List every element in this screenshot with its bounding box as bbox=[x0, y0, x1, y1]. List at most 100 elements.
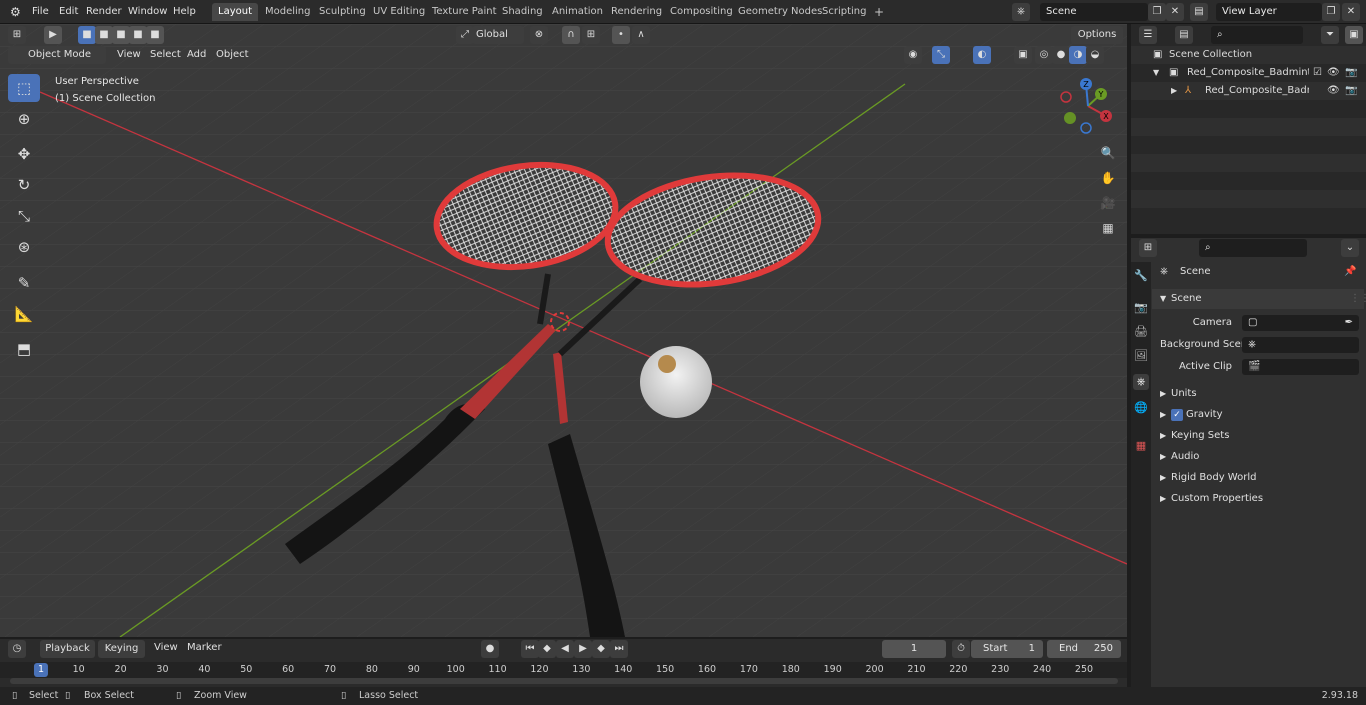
eye-icon[interactable]: 👁 bbox=[1327, 82, 1340, 100]
menu-object[interactable]: Object bbox=[216, 46, 249, 64]
subpanel-gravity[interactable]: ▶ ✓ Gravity bbox=[1152, 405, 1364, 425]
select-mode-intersect-icon[interactable]: ■ bbox=[146, 26, 164, 44]
camera-icon[interactable]: 📷 bbox=[1345, 82, 1357, 100]
outliner-display-mode-icon[interactable]: ▤ bbox=[1175, 26, 1193, 44]
properties-options-icon[interactable]: ⌄ bbox=[1341, 239, 1359, 257]
subpanel-keying-sets[interactable]: ▶ Keying Sets bbox=[1152, 426, 1364, 446]
menu-window[interactable]: Window bbox=[124, 4, 171, 20]
tool-select-box-icon[interactable]: ⬚ bbox=[8, 74, 40, 102]
snap-icon[interactable]: ∩ bbox=[562, 26, 580, 44]
pivot-point-icon[interactable]: ⊗ bbox=[530, 26, 548, 44]
tab-texture-icon[interactable]: ▦ bbox=[1133, 438, 1149, 454]
active-clip-field[interactable]: 🎬 bbox=[1242, 359, 1359, 375]
tab-scene-icon[interactable]: ⎈ bbox=[1133, 374, 1149, 390]
camera-view-icon[interactable]: 🎥 bbox=[1097, 192, 1119, 214]
tab-modeling[interactable]: Modeling bbox=[259, 3, 317, 21]
blender-logo-icon[interactable]: ⚙ bbox=[6, 4, 25, 20]
tool-cursor-icon[interactable]: ⊕ bbox=[8, 105, 40, 133]
select-tool-icon[interactable]: ▶ bbox=[44, 26, 62, 44]
tab-layout[interactable]: Layout bbox=[212, 3, 258, 21]
overlay-toggle-icon[interactable]: ◐ bbox=[973, 46, 991, 64]
use-preview-range-icon[interactable]: ⏱ bbox=[952, 640, 970, 658]
add-workspace-icon[interactable]: + bbox=[868, 3, 890, 21]
shading-material-icon[interactable]: ◑ bbox=[1069, 46, 1087, 64]
view-layer-browse-icon[interactable]: ▤ bbox=[1190, 3, 1208, 21]
expand-arrow-icon[interactable]: ▶ bbox=[1171, 82, 1177, 100]
outliner-filter-icon[interactable]: ⏷ bbox=[1321, 26, 1339, 44]
current-frame-field[interactable]: 1 bbox=[882, 640, 946, 658]
outliner-row-object[interactable]: ▶ ⅄ Red_Composite_Badmin 👁 📷 bbox=[1131, 82, 1366, 100]
delete-scene-icon[interactable]: ✕ bbox=[1166, 3, 1184, 21]
tool-move-icon[interactable]: ✥ bbox=[8, 140, 40, 168]
new-collection-icon[interactable]: ▣ bbox=[1345, 26, 1363, 44]
proportional-falloff-icon[interactable]: ∧ bbox=[632, 26, 650, 44]
transform-orientation-dropdown[interactable]: Global bbox=[472, 26, 524, 44]
select-mode-new-icon[interactable]: ■ bbox=[78, 26, 96, 44]
xray-toggle-icon[interactable]: ▣ bbox=[1014, 46, 1032, 64]
timeline-menu-keying[interactable]: Keying bbox=[98, 640, 145, 658]
tab-compositing[interactable]: Compositing bbox=[664, 3, 739, 21]
menu-select[interactable]: Select bbox=[150, 46, 181, 64]
eyedropper-icon[interactable]: ✒ bbox=[1345, 315, 1353, 331]
outliner-row-scene-collection[interactable]: ▣ Scene Collection bbox=[1131, 46, 1366, 64]
checkbox-icon[interactable]: ☑ bbox=[1313, 64, 1322, 82]
gravity-checkbox[interactable]: ✓ bbox=[1171, 409, 1183, 421]
menu-edit[interactable]: Edit bbox=[55, 4, 82, 20]
tab-rendering[interactable]: Rendering bbox=[605, 3, 668, 21]
gizmo-toggle-icon[interactable]: ⤡ bbox=[932, 46, 950, 64]
play-reverse-icon[interactable]: ◀ bbox=[556, 640, 574, 658]
new-view-layer-icon[interactable]: ❐ bbox=[1322, 3, 1340, 21]
proportional-edit-icon[interactable]: • bbox=[612, 26, 630, 44]
shading-rendered-icon[interactable]: ◒ bbox=[1086, 46, 1104, 64]
expand-arrow-icon[interactable]: ▼ bbox=[1153, 64, 1159, 82]
menu-render[interactable]: Render bbox=[82, 4, 126, 20]
menu-view[interactable]: View bbox=[117, 46, 141, 64]
outliner-search-input[interactable]: ⌕ bbox=[1211, 26, 1303, 44]
3d-viewport[interactable]: ⊞ ▶ ■ ■ ■ ■ ■ ⤢ Global ⊗ ∩ ⊞ • ∧ Options… bbox=[0, 24, 1127, 637]
delete-view-layer-icon[interactable]: ✕ bbox=[1342, 3, 1360, 21]
tab-render-icon[interactable]: 📷 bbox=[1133, 300, 1149, 316]
menu-add[interactable]: Add bbox=[187, 46, 206, 64]
timeline-menu-playback[interactable]: Playback bbox=[40, 640, 95, 658]
tab-scripting[interactable]: Scripting bbox=[816, 3, 872, 21]
jump-keyframe-forward-icon[interactable]: ◆ bbox=[592, 640, 610, 658]
tab-texture-paint[interactable]: Texture Paint bbox=[426, 3, 503, 21]
ortho-toggle-icon[interactable]: ▦ bbox=[1097, 217, 1119, 239]
timeline-menu-view[interactable]: View bbox=[150, 640, 182, 656]
background-scene-field[interactable]: ⎈ bbox=[1242, 337, 1359, 353]
pin-icon[interactable]: 📌 bbox=[1344, 262, 1356, 282]
menu-help[interactable]: Help bbox=[169, 4, 200, 20]
outliner-row-collection[interactable]: ▼ ▣ Red_Composite_Badminton_I ☑ 👁 📷 bbox=[1131, 64, 1366, 82]
tool-scale-icon[interactable]: ⤡ bbox=[8, 202, 40, 230]
editor-type-icon[interactable]: ⊞ bbox=[8, 26, 26, 44]
tab-geometry-nodes[interactable]: Geometry Nodes bbox=[732, 3, 828, 21]
subpanel-custom-properties[interactable]: ▶ Custom Properties bbox=[1152, 489, 1364, 509]
eye-icon[interactable]: 👁 bbox=[1327, 64, 1340, 82]
tool-annotate-icon[interactable]: ✎ bbox=[8, 269, 40, 297]
drag-handle-icon[interactable]: ⋮⋮ bbox=[1350, 289, 1366, 309]
scene-panel-header[interactable]: ▼ Scene ⋮⋮ bbox=[1152, 289, 1366, 309]
tab-uv-editing[interactable]: UV Editing bbox=[367, 3, 431, 21]
select-mode-subtract-icon[interactable]: ■ bbox=[112, 26, 130, 44]
end-frame-field[interactable]: End 250 bbox=[1047, 640, 1121, 658]
subpanel-rigid-body-world[interactable]: ▶ Rigid Body World bbox=[1152, 468, 1364, 488]
tab-world-icon[interactable]: 🌐 bbox=[1133, 400, 1149, 416]
zoom-view-icon[interactable]: 🔍 bbox=[1097, 142, 1119, 164]
properties-editor-type-icon[interactable]: ⊞ bbox=[1139, 239, 1157, 257]
tool-measure-icon[interactable]: 📐 bbox=[8, 300, 40, 328]
jump-end-icon[interactable]: ⏭ bbox=[610, 640, 628, 658]
timeline-scrollbar[interactable] bbox=[10, 678, 1118, 684]
view-layer-field[interactable]: View Layer bbox=[1216, 3, 1322, 21]
tab-sculpting[interactable]: Sculpting bbox=[313, 3, 372, 21]
outliner-editor-type-icon[interactable]: ☰ bbox=[1139, 26, 1157, 44]
shading-wireframe-icon[interactable]: ◎ bbox=[1035, 46, 1053, 64]
menu-file[interactable]: File bbox=[28, 4, 53, 20]
tab-view-layer-icon[interactable]: 🖼 bbox=[1133, 348, 1149, 364]
new-scene-icon[interactable]: ❐ bbox=[1148, 3, 1166, 21]
subpanel-units[interactable]: ▶ Units bbox=[1152, 384, 1364, 404]
visibility-icon[interactable]: ◉ bbox=[904, 46, 922, 64]
tool-transform-icon[interactable]: ⊛ bbox=[8, 233, 40, 261]
tab-output-icon[interactable]: 🖨 bbox=[1133, 324, 1149, 340]
tab-tool-icon[interactable]: 🔧 bbox=[1133, 268, 1149, 284]
timeline-menu-marker[interactable]: Marker bbox=[183, 640, 226, 656]
